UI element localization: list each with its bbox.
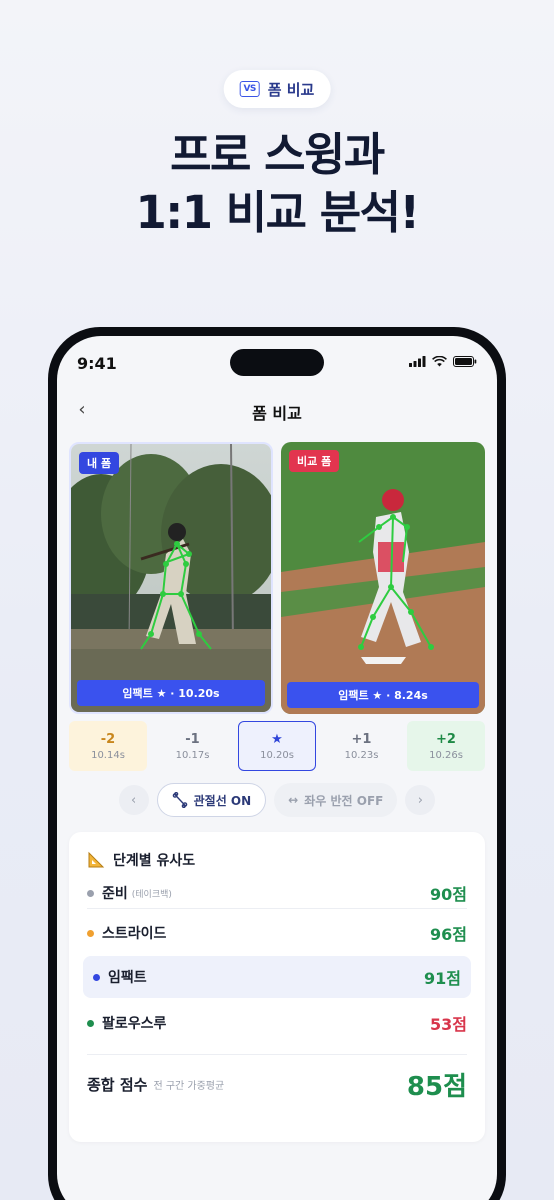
- compare-form-video[interactable]: 비교 폼 임팩트 ★ · 8.24s: [281, 442, 485, 714]
- battery-icon: [453, 356, 477, 367]
- phase-label: 준비: [102, 886, 128, 902]
- frame-delta: +2: [436, 731, 456, 747]
- view-controls: ‹ 관절선 ON ↔ 좌우 반전 OFF ›: [57, 783, 497, 817]
- phase-row-impact: 임팩트 91점: [83, 956, 471, 998]
- frame-plus-2[interactable]: +2 10.26s: [407, 721, 485, 771]
- frame-time: 10.26s: [429, 749, 463, 761]
- compare-form-caption: 임팩트 ★ · 8.24s: [287, 682, 479, 708]
- phase-dot: [87, 1019, 94, 1027]
- my-form-tag: 내 폼: [79, 452, 120, 474]
- my-form-caption: 임팩트 ★ · 10.20s: [77, 680, 265, 706]
- skeleton-toggle[interactable]: 관절선 ON: [156, 783, 267, 817]
- phase-row-ready: 준비 (테이크백) 90점: [83, 878, 471, 908]
- phase-dot: [87, 889, 94, 897]
- frame-delta: -1: [185, 731, 200, 747]
- phase-score: 96점: [430, 925, 467, 944]
- total-sub: 전 구간 가중평균: [153, 1080, 225, 1092]
- phase-dot: [93, 973, 100, 981]
- status-bar: 9:41: [57, 336, 497, 386]
- wifi-icon: [432, 356, 447, 367]
- star-icon: ★: [271, 731, 283, 747]
- ruler-triangle-icon: [88, 851, 105, 868]
- total-score: 85점: [406, 1071, 467, 1102]
- phase-row-stride: 스트라이드 96점: [83, 912, 471, 954]
- frame-impact[interactable]: ★ 10.20s: [238, 721, 316, 771]
- vs-icon: VS: [239, 81, 260, 97]
- headline-line-1: 프로 스윙과: [170, 128, 385, 181]
- phase-score: 53점: [430, 1015, 467, 1034]
- frame-time: 10.20s: [260, 749, 294, 761]
- status-time: 9:41: [77, 354, 117, 373]
- mirror-toggle-label: 좌우 반전 OFF: [304, 793, 384, 808]
- prev-frame-button[interactable]: ‹: [118, 785, 149, 815]
- phase-label: 임팩트: [108, 970, 147, 986]
- total-score-row: 종합 점수 전 구간 가중평균 85점: [87, 1064, 467, 1104]
- divider: [87, 1054, 467, 1055]
- pro-batter-image: [281, 442, 485, 714]
- badge-label: 폼 비교: [267, 80, 315, 99]
- batter-image: [71, 444, 271, 712]
- mirror-toggle[interactable]: ↔ 좌우 반전 OFF: [274, 783, 398, 817]
- chevron-right-icon: ›: [417, 792, 423, 808]
- phase-score: 90점: [430, 885, 467, 904]
- video-compare: 내 폼 임팩트 ★ · 10.20s 비교 폼 임팩트 ★ · 8.24s: [69, 442, 485, 714]
- similarity-card: 단계별 유사도 준비 (테이크백) 90점 스트라이드 96점 임팩트 91점: [69, 832, 485, 1142]
- next-frame-button[interactable]: ›: [405, 785, 436, 815]
- phase-label: 스트라이드: [102, 926, 167, 942]
- divider: [87, 908, 467, 909]
- total-label: 종합 점수: [87, 1075, 148, 1094]
- similarity-title: 단계별 유사도: [113, 853, 196, 869]
- skeleton-toggle-label: 관절선 ON: [193, 793, 252, 808]
- swap-arrows-icon: ↔: [288, 793, 299, 807]
- dynamic-island: [230, 349, 324, 376]
- frame-time: 10.14s: [91, 749, 125, 761]
- phase-sub: (테이크백): [131, 889, 172, 900]
- page-title: 폼 비교: [252, 404, 302, 423]
- phone-screen: 9:41 ‹ 폼 비교 내 폼 임팩트 ★ · 10.20s 비교 폼 임팩트 …: [57, 336, 497, 1200]
- frame-delta: +1: [351, 731, 372, 747]
- frame-time: 10.23s: [344, 749, 379, 761]
- compare-form-tag: 비교 폼: [289, 450, 340, 472]
- frame-plus-1[interactable]: +1 10.23s: [322, 721, 401, 771]
- phase-score: 91점: [424, 969, 461, 988]
- chevron-left-icon: ‹: [131, 792, 137, 808]
- phase-dot: [87, 929, 94, 937]
- frame-stepper: -2 10.14s -1 10.17s ★ 10.20s +1 10.23s +…: [69, 721, 485, 771]
- phase-label: 팔로우스루: [102, 1016, 167, 1032]
- headline-line-2: 1:1 비교 분석!: [135, 186, 420, 239]
- frame-time: 10.17s: [175, 749, 210, 761]
- phone-frame: 9:41 ‹ 폼 비교 내 폼 임팩트 ★ · 10.20s 비교 폼 임팩트 …: [48, 327, 506, 1200]
- frame-minus-1[interactable]: -1 10.17s: [153, 721, 232, 771]
- frame-minus-2[interactable]: -2 10.14s: [69, 721, 147, 771]
- feature-badge: VS 폼 비교: [223, 70, 331, 108]
- phase-row-follow-through: 팔로우스루 53점: [83, 1002, 471, 1044]
- bone-icon: [172, 792, 187, 808]
- frame-delta: -2: [100, 731, 116, 747]
- nav-bar: ‹ 폼 비교: [57, 388, 497, 432]
- my-form-video[interactable]: 내 폼 임팩트 ★ · 10.20s: [69, 442, 273, 714]
- headline: 프로 스윙과 1:1 비교 분석!: [0, 126, 554, 242]
- signal-icon: [409, 356, 426, 367]
